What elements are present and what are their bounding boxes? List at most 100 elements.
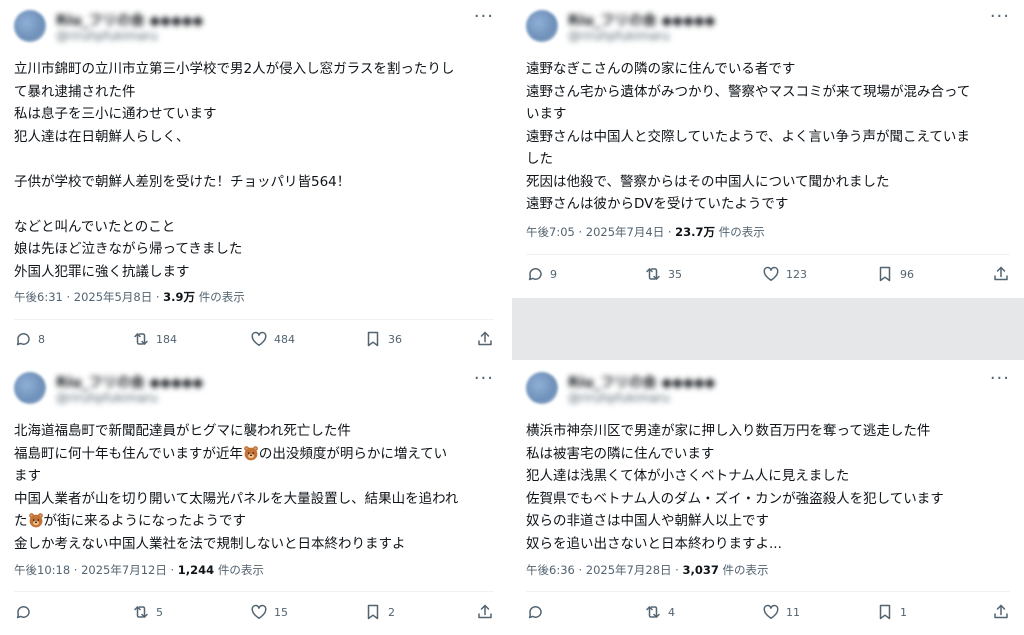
avatar[interactable] [14,10,46,42]
post-meta: 午後6:31 · 2025年5月8日 · 3.9万 件の表示 [14,289,245,305]
post-text-line: などと叫んでいたとのこと [14,218,176,235]
bookmark-count: 96 [900,267,914,281]
reply-button[interactable]: 9 [526,265,557,283]
post-text-line: 遠野さんは中国人と交際していたようで、よく言い争う声が聞こえていま [526,128,970,145]
view-count: 23.7万 [675,225,716,239]
post-text-line: 福島町に何十年も住んでいますが近年 の出没頻度が明らかに増えてい [14,445,448,462]
post-text-line: 犯人達は浅黒くて体が小さくベトナム人に見えました [526,468,850,484]
reply-icon [528,606,542,619]
post-text: 横浜市神奈川区で男達が家に押し入り数百万円を奪って逃走した件 私は被害宅の隣に住ん… [526,420,1010,555]
heart-icon [251,604,267,619]
share-icon [994,266,1008,281]
reply-icon [16,606,30,619]
reply-icon [16,333,30,346]
post-card: Riu_フリの会 ◆◆◆◆◆ @riruhpfukimaru ··· 遠野なぎこ… [512,0,1024,296]
timestamp[interactable]: 午後6:31 · 2025年5月8日 · [14,290,163,304]
share-button[interactable] [992,265,1010,283]
repost-count: 35 [668,267,682,281]
post-text: 立川市錦町の立川市立第三小学校で男2人が侵入し窓ガラスを割ったりし て暴れ逮捕され… [14,58,498,283]
post-text: 北海道福島町で新聞配達員がヒグマに襲われ死亡した件福島町に何十年も住んでいますが… [14,420,498,555]
view-label: 件の表示 [715,225,765,239]
bookmark-count: 1 [900,605,907,619]
view-label: 件の表示 [718,563,769,577]
repost-button[interactable]: 184 [132,330,177,348]
view-count: 3.9万 [163,290,196,304]
divider [526,254,1010,255]
like-button[interactable]: 123 [762,265,807,283]
timestamp[interactable]: 午後6:36 · 2025年7月28日 · [526,563,682,577]
post-text-line: 犯人達は在日朝鮮人らしく、 [14,128,190,145]
post-text-line: 子供が学校で朝鮮人差別を受けた！チョッパリ皆564！ [14,173,351,190]
display-name[interactable]: Riu_フリの会 ◆◆◆◆◆ [56,372,203,392]
action-bar: 9 35 123 96 [526,265,1010,287]
reply-button[interactable]: 8 [14,330,45,348]
bookmark-icon [367,604,379,620]
post-text-line: 奴らを追い出さないと日本終わりますよ... [526,535,782,552]
share-button[interactable] [992,603,1010,621]
user-handle[interactable]: @riruhpfukimaru [568,29,670,43]
bookmark-button[interactable]: 36 [364,330,402,348]
more-dots-icon[interactable]: ··· [990,368,1010,389]
post-text-line: 金しか考えない中国人業社を法で規制しないと日本終わりますよ [14,535,406,552]
bookmark-button[interactable]: 96 [876,265,914,283]
divider [14,591,494,592]
bear-emoji-icon [28,513,43,528]
display-name[interactable]: Riu_フリの会 ◆◆◆◆◆ [568,10,715,30]
action-bar: 4 11 1 [526,603,1010,625]
more-dots-icon[interactable]: ··· [474,6,494,27]
view-label: 件の表示 [214,563,264,577]
gray-gap [512,298,1024,360]
like-count: 123 [786,267,807,281]
timestamp[interactable]: 午後10:18 · 2025年7月12日 · [14,563,178,577]
post-text-line: 遠野さんは彼からDVを受けていたようです [526,196,789,212]
post-text-line [14,148,498,171]
more-dots-icon[interactable]: ··· [474,368,494,389]
post-card: Riu_フリの会 ◆◆◆◆◆ @riruhpfukimaru ··· 北海道福島… [0,362,508,635]
post-text-line: 佐賀県でもベトナム人のダム・ズイ・カンが強盗殺人を犯しています [526,490,944,507]
divider [526,591,1010,592]
post-text: 遠野なぎこさんの隣の家に住んでいる者です 遠野さん宅から遺体がみつかり、警察やマス… [526,58,1010,216]
post-text-line: 奴らの非道さは中国人や朝鮮人以上です [526,513,769,529]
repost-count: 4 [668,605,675,619]
user-handle[interactable]: @riruhpfukimaru [568,391,670,405]
bear-emoji-icon [244,445,258,460]
post-text-line: 遠野なぎこさんの隣の家に住んでいる者です [526,61,796,77]
post-text-line: した [526,151,553,167]
more-dots-icon[interactable]: ··· [990,6,1010,27]
view-label: 件の表示 [195,290,245,304]
display-name[interactable]: Riu_フリの会 ◆◆◆◆◆ [568,372,715,392]
avatar[interactable] [526,10,558,42]
like-button[interactable]: 15 [250,603,288,621]
reply-count: 8 [38,332,45,346]
avatar[interactable] [526,372,558,404]
repost-count: 5 [156,605,163,619]
post-text-line: 北海道福島町で新聞配達員がヒグマに襲われ死亡した件 [14,423,351,439]
post-meta: 午後6:36 · 2025年7月28日 · 3,037 件の表示 [526,562,769,578]
like-button[interactable]: 11 [762,603,800,621]
bookmark-button[interactable]: 1 [876,603,907,621]
repost-button[interactable]: 4 [644,603,675,621]
user-handle[interactable]: @riruhpfukimaru [56,391,158,405]
post-text-line: 外国人犯罪に強く抗議します [14,263,190,280]
timestamp[interactable]: 午後7:05 · 2025年7月4日 · [526,225,675,239]
heart-icon [251,331,267,346]
bookmark-button[interactable]: 2 [364,603,395,621]
display-name[interactable]: Riu_フリの会 ◆◆◆◆◆ [56,10,203,30]
post-meta: 午後7:05 · 2025年7月4日 · 23.7万 件の表示 [526,224,765,240]
repost-icon [646,606,660,618]
repost-icon [134,333,148,345]
post-text-line: 私は息子を三小に通わせています [14,106,217,122]
reply-button[interactable] [526,603,550,621]
user-handle[interactable]: @riruhpfukimaru [56,29,158,43]
post-card: Riu_フリの会 ◆◆◆◆◆ @riruhpfukimaru ··· 立川市錦町… [0,0,508,360]
reply-button[interactable] [14,603,38,621]
reply-count: 9 [550,267,557,281]
like-button[interactable]: 484 [250,330,295,348]
bookmark-count: 2 [388,605,395,619]
repost-button[interactable]: 35 [644,265,682,283]
avatar[interactable] [14,372,46,404]
share-button[interactable] [476,330,494,348]
share-button[interactable] [476,603,494,621]
post-text-line: 立川市錦町の立川市立第三小学校で男2人が侵入し窓ガラスを割ったりし [14,61,455,77]
repost-button[interactable]: 5 [132,603,163,621]
